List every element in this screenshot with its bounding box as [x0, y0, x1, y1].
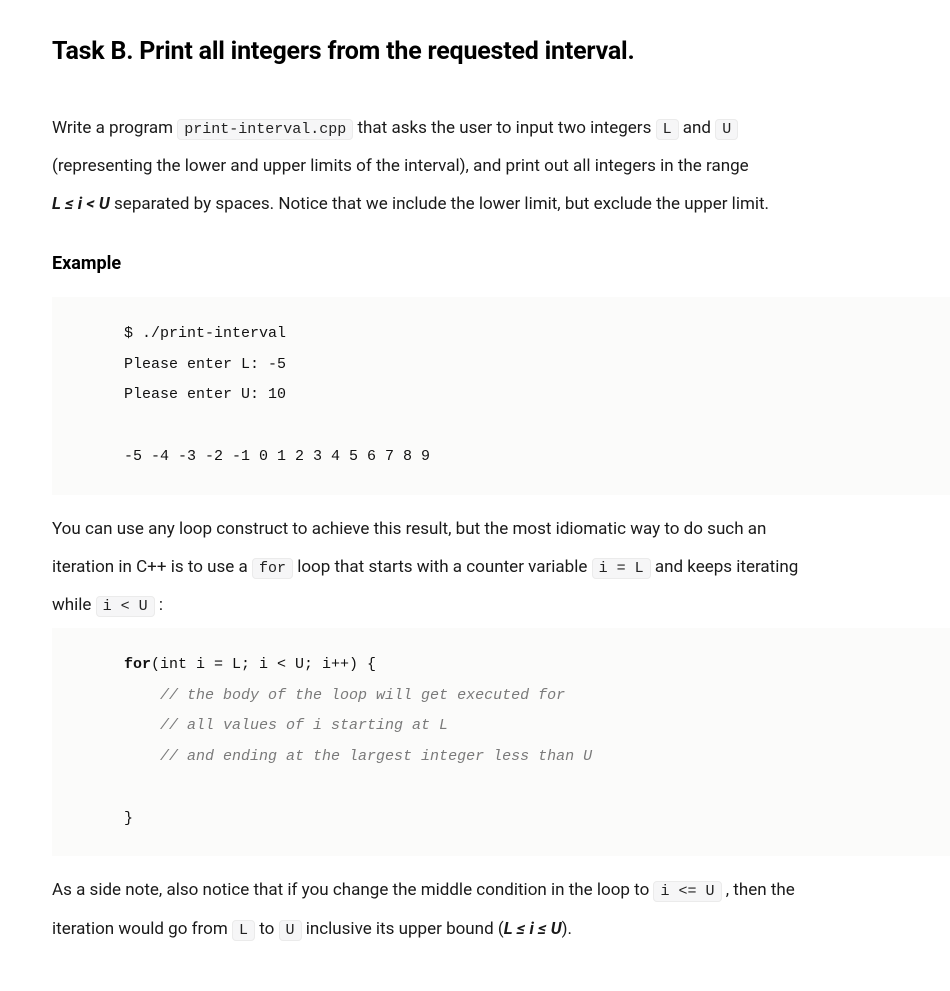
filename-code: print-interval.cpp — [177, 119, 353, 140]
L-code: L — [232, 920, 255, 941]
text: loop that starts with a counter variable — [297, 557, 591, 577]
text: and keeps iterating — [655, 557, 798, 577]
text: inclusive its upper bound ( — [306, 919, 504, 939]
U-code: U — [279, 920, 302, 941]
comment-2: // all values of i starting at L — [160, 717, 448, 734]
i-le-U-code: i <= U — [653, 881, 721, 902]
range-expr: L ≤ i < U — [52, 194, 110, 214]
text: As a side note, also notice that if you … — [52, 880, 653, 900]
mid-line-1: You can use any loop construct to achiev… — [52, 513, 950, 545]
text: iteration in C++ is to use a — [52, 557, 252, 577]
text: Write a program — [52, 118, 177, 138]
range-expr-2: L ≤ i ≤ U — [504, 919, 562, 939]
for-keyword-code: for — [252, 558, 293, 579]
text: ). — [562, 919, 572, 939]
mid-line-2: iteration in C++ is to use a for loop th… — [52, 551, 950, 584]
text: : — [159, 595, 163, 615]
var-L-code: L — [656, 119, 679, 140]
text: iteration would go from — [52, 919, 232, 939]
var-U-code: U — [715, 119, 738, 140]
text: , then the — [726, 880, 795, 900]
text: to — [259, 919, 278, 939]
comment-1: // the body of the loop will get execute… — [160, 687, 565, 704]
text: separated by spaces. Notice that we incl… — [110, 194, 769, 214]
close-brace: } — [124, 810, 133, 827]
example-output-block: $ ./print-interval Please enter L: -5 Pl… — [52, 297, 950, 495]
page-container: Task B. Print all integers from the requ… — [0, 0, 950, 991]
intro-line-2: (representing the lower and upper limits… — [52, 150, 950, 182]
intro-line-1: Write a program print-interval.cpp that … — [52, 112, 950, 145]
i-eq-L-code: i = L — [592, 558, 651, 579]
text: and — [683, 118, 715, 138]
for-loop-codeblock: for(int i = L; i < U; i++) { // the body… — [52, 628, 950, 857]
intro-line-3: L ≤ i < U separated by spaces. Notice th… — [52, 188, 950, 220]
for-signature: (int i = L; i < U; i++) { — [151, 656, 376, 673]
example-heading: Example — [52, 247, 950, 281]
mid-line-3: while i < U : — [52, 589, 950, 622]
footer-line-1: As a side note, also notice that if you … — [52, 874, 950, 907]
i-lt-U-code: i < U — [96, 596, 155, 617]
comment-3: // and ending at the largest integer les… — [160, 748, 592, 765]
text: that asks the user to input two integers — [358, 118, 656, 138]
task-title: Task B. Print all integers from the requ… — [52, 28, 950, 76]
footer-line-2: iteration would go from L to U inclusive… — [52, 913, 950, 946]
text: while — [52, 595, 96, 615]
for-keyword: for — [124, 656, 151, 673]
